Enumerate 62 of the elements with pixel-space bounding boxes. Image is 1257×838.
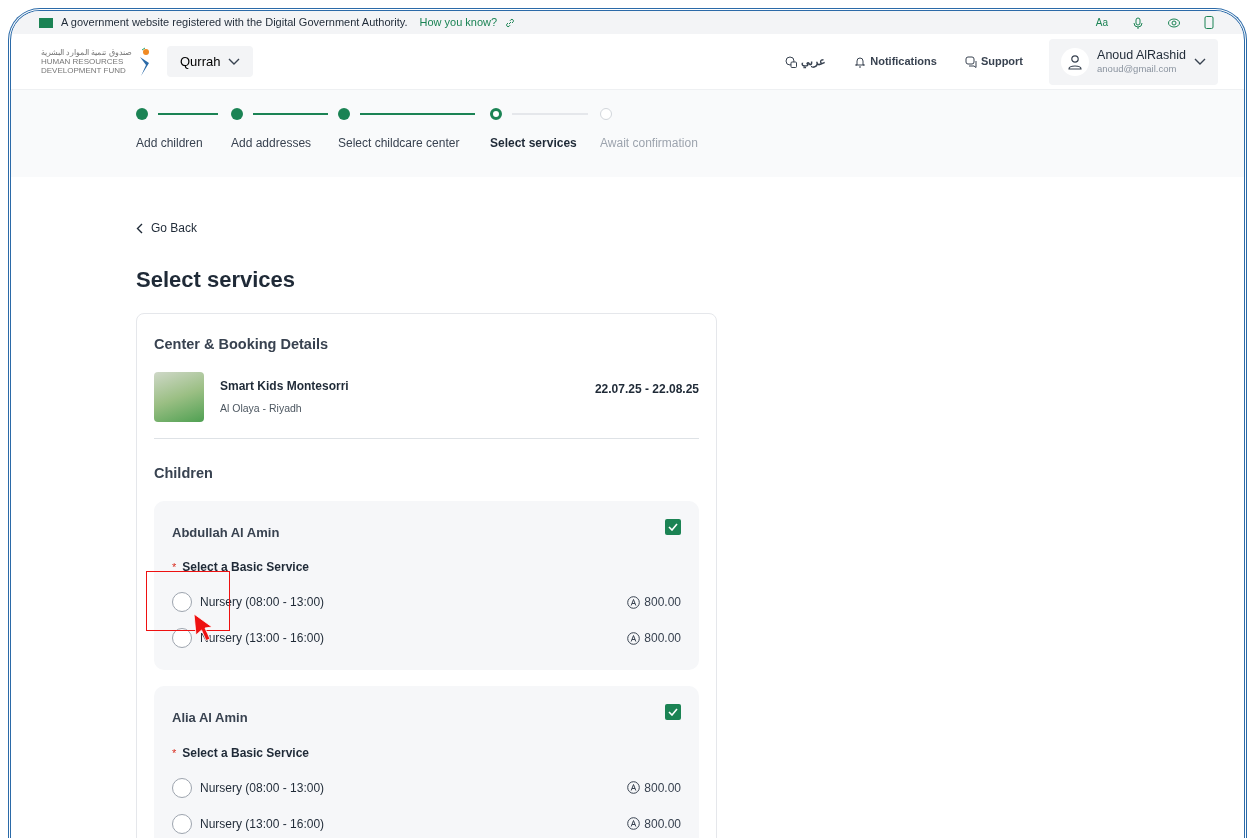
option-label: Nursery (08:00 - 13:00) [200, 779, 325, 797]
eye-icon[interactable] [1168, 16, 1180, 29]
required-asterisk: * [172, 560, 177, 576]
option-label: Nursery (13:00 - 16:00) [200, 630, 325, 648]
step-label: Await confirmation [600, 135, 698, 152]
step-label: Select services [490, 135, 578, 152]
radio-button[interactable] [172, 813, 192, 834]
text-size-button[interactable]: Aa [1095, 15, 1108, 30]
checkbox[interactable] [665, 704, 681, 721]
radio-button[interactable] [172, 777, 192, 798]
step-label: Select childcare center [338, 135, 461, 152]
currency-icon [627, 631, 641, 645]
currency-icon [627, 817, 641, 831]
user-name: Anoud AlRashid [1097, 47, 1186, 64]
user-email: anoud@gmail.com [1097, 63, 1178, 76]
price: 800.00 [644, 594, 681, 612]
option-label: Nursery (13:00 - 16:00) [200, 815, 325, 833]
microphone-icon[interactable] [1132, 16, 1144, 29]
app-switcher[interactable]: Qurrah [167, 45, 254, 78]
flag-icon [39, 17, 53, 28]
radio-button[interactable] [172, 592, 192, 613]
section-title: Center & Booking Details [154, 335, 330, 355]
service-label: Select a Basic Service [182, 744, 310, 762]
currency-icon [627, 595, 641, 609]
support-link[interactable]: Support [958, 52, 1030, 71]
price: 800.00 [644, 630, 681, 648]
child-name: Abdullah Al Amin [172, 523, 280, 542]
photo-placeholder [154, 372, 204, 423]
person-icon [1067, 53, 1084, 70]
price: 800.00 [644, 815, 681, 833]
notifications-link[interactable]: Notifications [848, 52, 943, 71]
currency-icon [627, 781, 641, 795]
booking-dates: 22.07.25 - 22.08.25 [594, 381, 699, 399]
go-back-link[interactable]: Go Back [136, 219, 198, 237]
check-icon [668, 522, 678, 531]
chevron-left-icon [136, 222, 143, 234]
service-label: Select a Basic Service [182, 559, 310, 577]
user-menu[interactable]: Anoud AlRashid anoud@gmail.com [1049, 38, 1218, 85]
translate-icon [785, 55, 798, 68]
section-title: Children [154, 464, 214, 484]
step-connector [158, 113, 218, 115]
step-label: Add addresses [231, 135, 313, 152]
radio-button[interactable] [172, 628, 192, 649]
link-icon [505, 17, 516, 28]
child-name: Alia Al Amin [172, 709, 248, 728]
mobile-icon[interactable] [1204, 16, 1214, 29]
chevron-down-icon [228, 57, 241, 66]
required-asterisk: * [172, 745, 177, 761]
chat-icon [964, 55, 977, 68]
banner-text: A government website registered with the Digital Government Authority. [61, 15, 408, 31]
bell-icon [854, 55, 867, 68]
how-you-know-link[interactable]: How you know? [419, 14, 498, 31]
check-icon [668, 708, 678, 717]
chevron-down-icon [1194, 57, 1206, 66]
step-label: Add children [136, 135, 204, 152]
center-location: Al Olaya - Riyadh [220, 402, 303, 416]
logo-mark-icon [137, 46, 151, 77]
language-link[interactable]: عربي [779, 52, 833, 71]
center-name: Smart Kids Montesorri [220, 379, 349, 395]
page-title: Select services [136, 267, 297, 294]
checkbox[interactable] [665, 518, 681, 535]
price: 800.00 [644, 779, 681, 797]
